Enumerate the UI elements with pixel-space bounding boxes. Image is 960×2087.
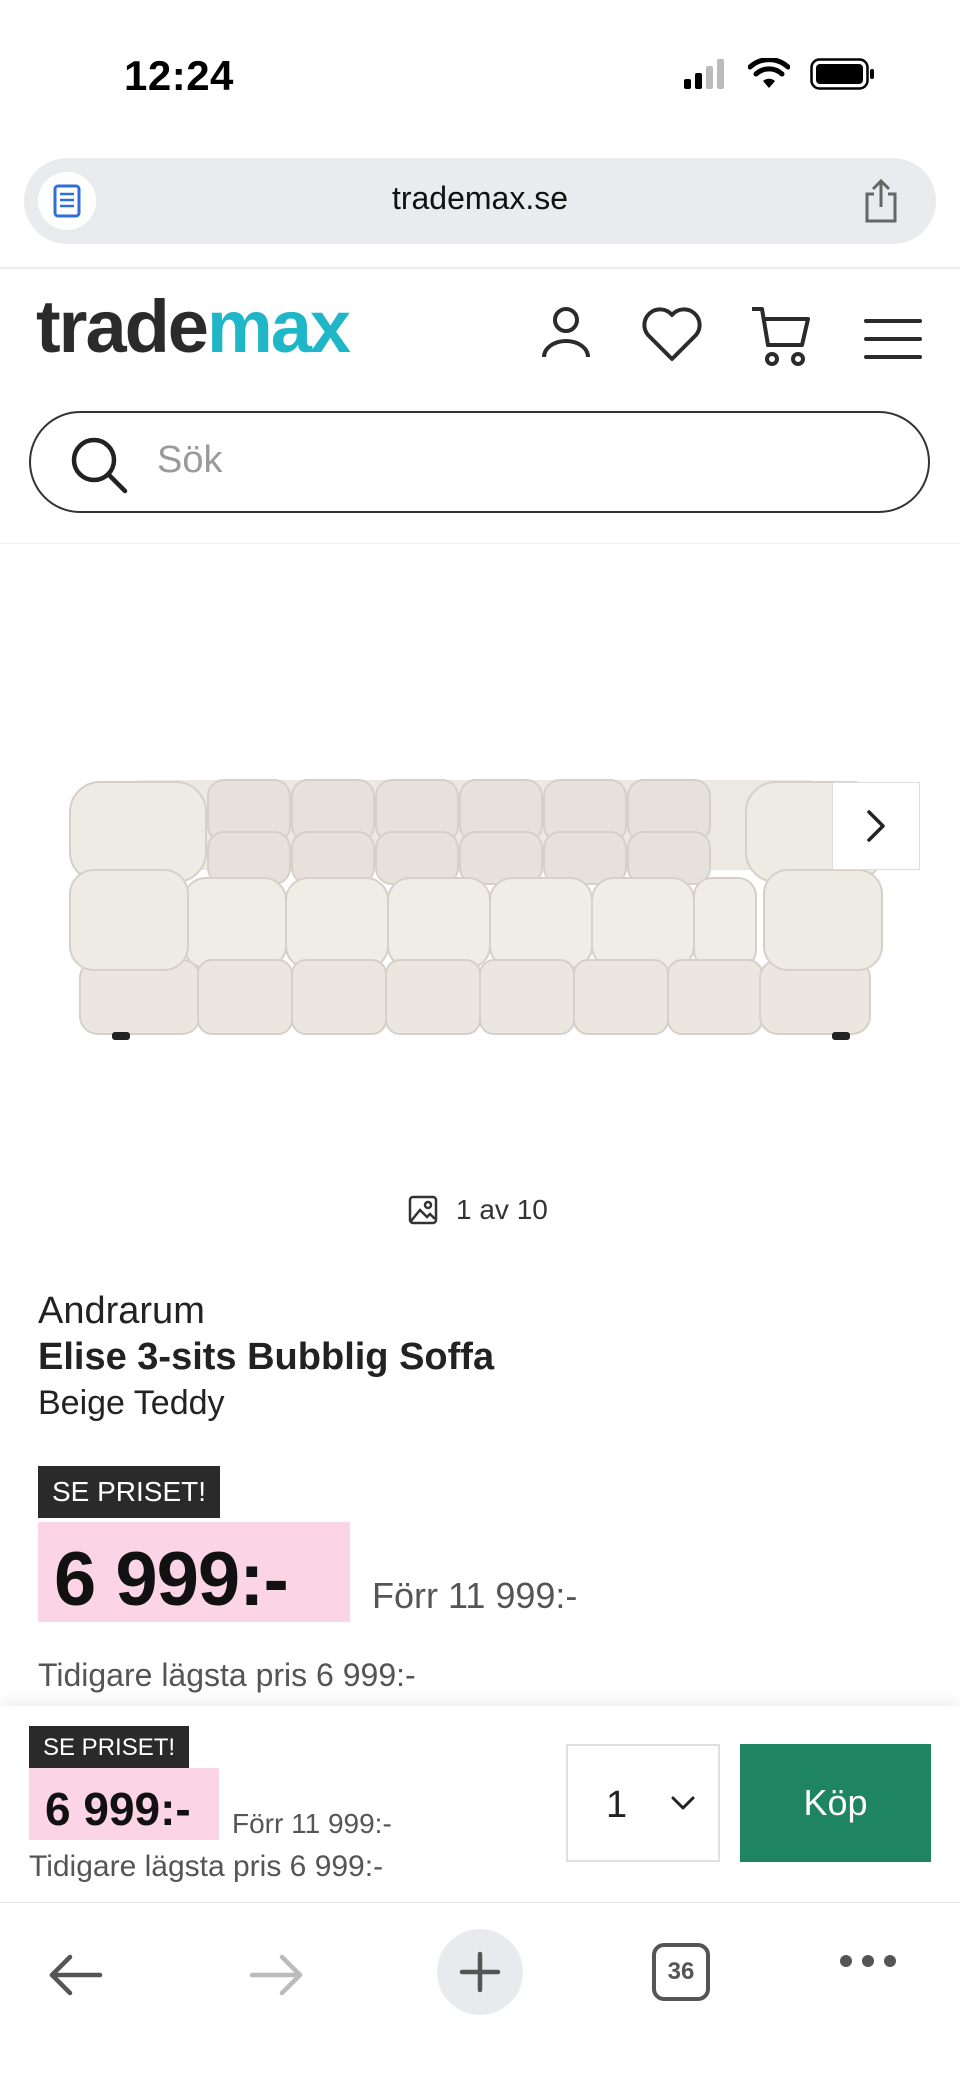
- image-icon: [408, 1195, 438, 1225]
- search-input[interactable]: [157, 439, 857, 482]
- buy-bar-lowest-price: Tidigare lägsta pris 6 999:-: [29, 1850, 384, 1883]
- product-brand[interactable]: Andrarum: [38, 1290, 205, 1333]
- price-highlight: 6 999:-: [38, 1522, 350, 1622]
- status-time: 12:24: [124, 52, 234, 99]
- search-icon: [71, 437, 128, 494]
- product-variant: Beige Teddy: [38, 1384, 225, 1422]
- logo-text-1: trade: [36, 285, 209, 368]
- share-button[interactable]: [856, 176, 906, 226]
- url-text[interactable]: trademax.se: [24, 180, 936, 217]
- product-gallery[interactable]: [0, 560, 960, 1220]
- quantity-value: 1: [606, 1784, 628, 1826]
- image-counter: 1 av 10: [408, 1194, 548, 1226]
- forward-icon[interactable]: [248, 1953, 304, 1997]
- browser-toolbar: 36: [0, 1902, 960, 2087]
- price-highlight: 6 999:-: [29, 1768, 219, 1840]
- status-icons: [684, 58, 876, 90]
- back-icon[interactable]: [48, 1953, 104, 1997]
- share-icon: [865, 178, 897, 223]
- lowest-price-note: Tidigare lägsta pris 6 999:-: [38, 1657, 416, 1693]
- product-title: Elise 3-sits Bubblig Soffa: [38, 1336, 495, 1378]
- search-bar[interactable]: [29, 411, 930, 513]
- new-tab-button[interactable]: [437, 1929, 523, 2015]
- trademax-logo[interactable]: trademax: [36, 290, 351, 364]
- image-counter-text: 1 av 10: [456, 1194, 548, 1225]
- tabs-button[interactable]: 36: [652, 1943, 710, 2001]
- address-bar[interactable]: trademax.se: [24, 158, 936, 244]
- price-badge: SE PRISET!: [38, 1466, 221, 1518]
- logo-text-2: max: [206, 285, 351, 368]
- cart-icon[interactable]: [750, 305, 812, 369]
- account-icon[interactable]: [540, 305, 592, 361]
- wifi-icon: [748, 58, 790, 88]
- product-price: 6 999:-: [54, 1537, 289, 1622]
- more-icon[interactable]: [838, 1953, 898, 1969]
- divider: [0, 267, 960, 269]
- price-badge: SE PRISET!: [29, 1726, 190, 1770]
- old-price: Förr 11 999:-: [372, 1575, 578, 1616]
- status-bar: 12:24: [0, 0, 960, 150]
- quantity-select[interactable]: 1: [566, 1744, 720, 1862]
- divider: [0, 543, 960, 544]
- heart-icon[interactable]: [640, 305, 704, 363]
- chevron-down-icon: [671, 1796, 695, 1810]
- plus-icon: [459, 1951, 501, 1993]
- menu-icon[interactable]: [864, 318, 922, 360]
- signal-icon: [684, 59, 724, 89]
- buy-button[interactable]: Köp: [740, 1744, 931, 1862]
- chevron-right-icon: [867, 810, 885, 842]
- sticky-buy-bar: SE PRISET! 6 999:- Förr 11 999:- Tidigar…: [0, 1706, 960, 1902]
- gallery-next-button[interactable]: [832, 782, 920, 870]
- product-image[interactable]: [60, 660, 890, 1040]
- buy-bar-price: 6 999:-: [45, 1783, 191, 1835]
- buy-bar-old-price: Förr 11 999:-: [232, 1808, 392, 1839]
- battery-icon: [810, 58, 874, 90]
